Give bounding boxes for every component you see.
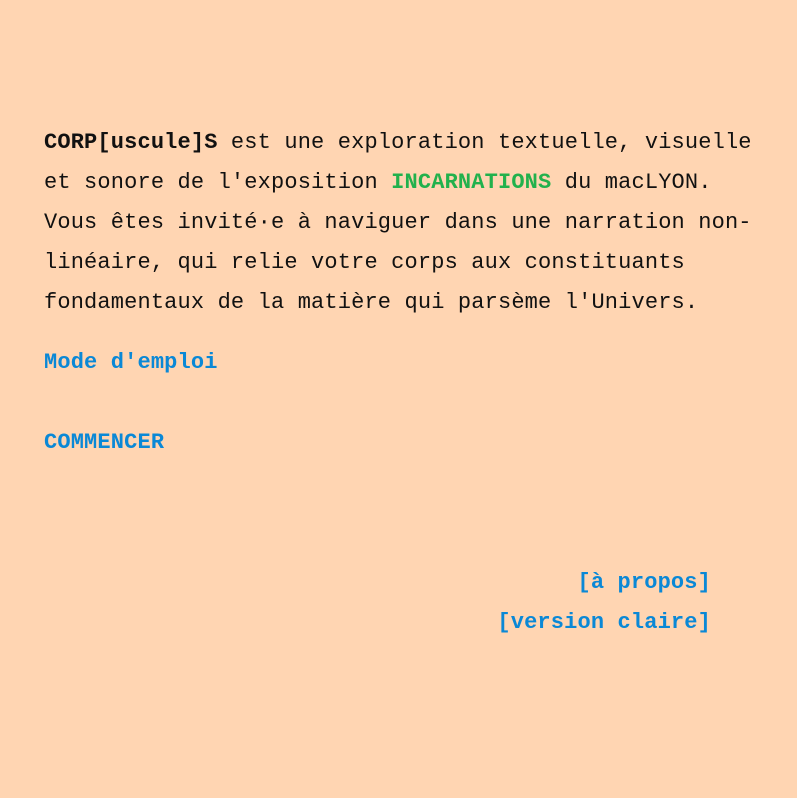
intro-text-part-2: du macLYON. (551, 170, 712, 195)
secondary-links: [à propos] [version claire] (497, 563, 711, 643)
project-title: CORP[uscule]S (44, 130, 218, 155)
light-version-link[interactable]: [version claire] (497, 603, 711, 643)
intro-content: CORP[uscule]S est une exploration textue… (44, 123, 784, 463)
intro-text-part-3: Vous êtes invité·e à naviguer dans une n… (44, 210, 752, 315)
about-link[interactable]: [à propos] (497, 563, 711, 603)
mode-emploi-link[interactable]: Mode d'emploi (44, 343, 218, 383)
intro-paragraph: CORP[uscule]S est une exploration textue… (44, 123, 784, 323)
commencer-link[interactable]: COMMENCER (44, 423, 164, 463)
exhibition-name: INCARNATIONS (391, 170, 552, 195)
